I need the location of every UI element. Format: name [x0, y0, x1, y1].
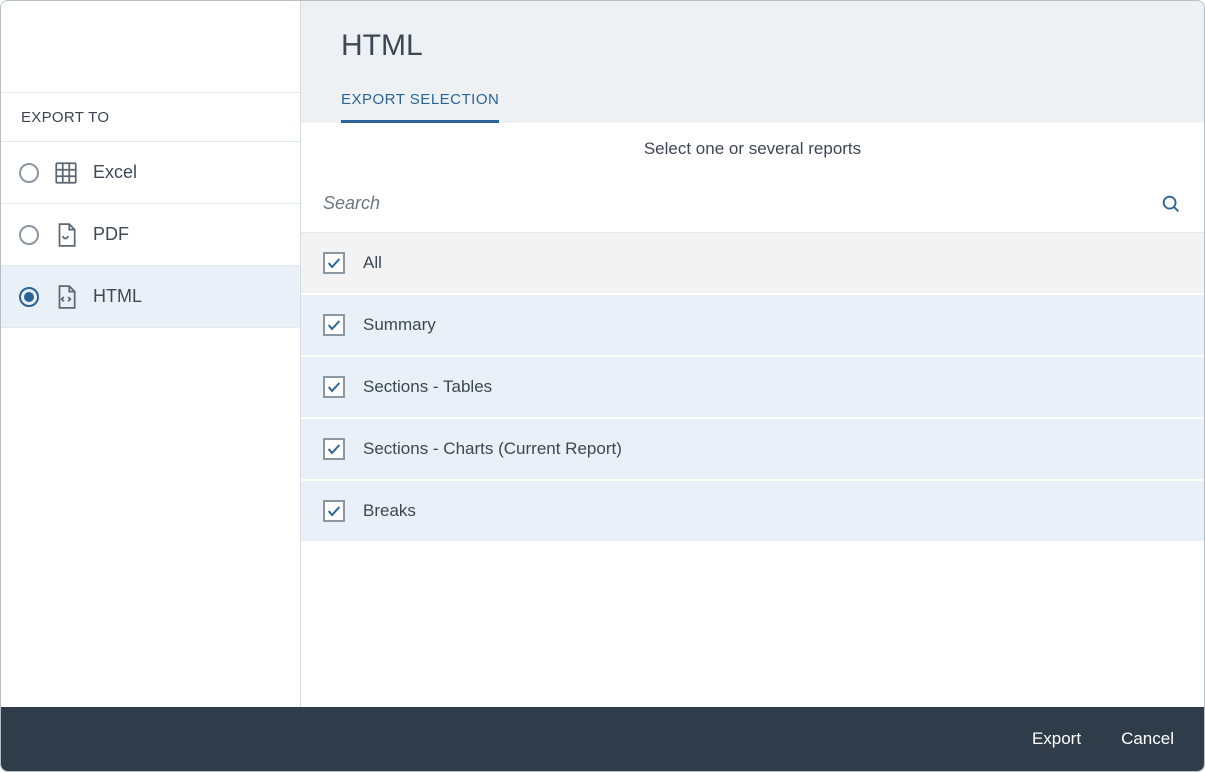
instruction-text: Select one or several reports [301, 123, 1204, 175]
radio-icon [19, 163, 39, 183]
report-item-all[interactable]: All [301, 233, 1204, 295]
excel-icon [53, 160, 79, 186]
format-list: Excel PDF [1, 142, 300, 328]
radio-icon [19, 225, 39, 245]
tab-export-selection[interactable]: EXPORT SELECTION [341, 91, 499, 123]
cancel-button[interactable]: Cancel [1121, 729, 1174, 749]
sidebar-header: EXPORT TO [1, 93, 300, 142]
checkbox-icon [323, 376, 345, 398]
dialog-body: EXPORT TO Excel [1, 1, 1204, 707]
report-label: Sections - Charts (Current Report) [363, 439, 622, 459]
report-label: Breaks [363, 501, 416, 521]
sidebar: EXPORT TO Excel [1, 1, 301, 707]
checkbox-icon [323, 252, 345, 274]
report-item-sections-charts[interactable]: Sections - Charts (Current Report) [301, 419, 1204, 481]
report-item-breaks[interactable]: Breaks [301, 481, 1204, 543]
dialog-footer: Export Cancel [1, 707, 1204, 771]
html-icon [53, 284, 79, 310]
radio-icon [19, 287, 39, 307]
export-dialog: EXPORT TO Excel [0, 0, 1205, 772]
report-label: Summary [363, 315, 436, 335]
pdf-icon [53, 222, 79, 248]
checkbox-icon [323, 314, 345, 336]
checkbox-icon [323, 500, 345, 522]
format-label: PDF [93, 224, 129, 245]
checkbox-icon [323, 438, 345, 460]
sidebar-spacer [1, 1, 300, 93]
report-item-sections-tables[interactable]: Sections - Tables [301, 357, 1204, 419]
search-icon[interactable] [1160, 193, 1182, 215]
format-option-pdf[interactable]: PDF [1, 204, 300, 266]
report-list: All Summary Sections - Tables [301, 233, 1204, 543]
main-panel: HTML EXPORT SELECTION Select one or seve… [301, 1, 1204, 707]
report-label: All [363, 253, 382, 273]
format-option-excel[interactable]: Excel [1, 142, 300, 204]
main-header: HTML EXPORT SELECTION [301, 1, 1204, 123]
search-input[interactable] [323, 193, 1160, 214]
format-label: HTML [93, 286, 142, 307]
tab-row: EXPORT SELECTION [341, 91, 1164, 123]
export-button[interactable]: Export [1032, 729, 1081, 749]
report-item-summary[interactable]: Summary [301, 295, 1204, 357]
format-option-html[interactable]: HTML [1, 266, 300, 328]
report-label: Sections - Tables [363, 377, 492, 397]
search-row [301, 175, 1204, 233]
page-title: HTML [341, 29, 1164, 63]
format-label: Excel [93, 162, 137, 183]
